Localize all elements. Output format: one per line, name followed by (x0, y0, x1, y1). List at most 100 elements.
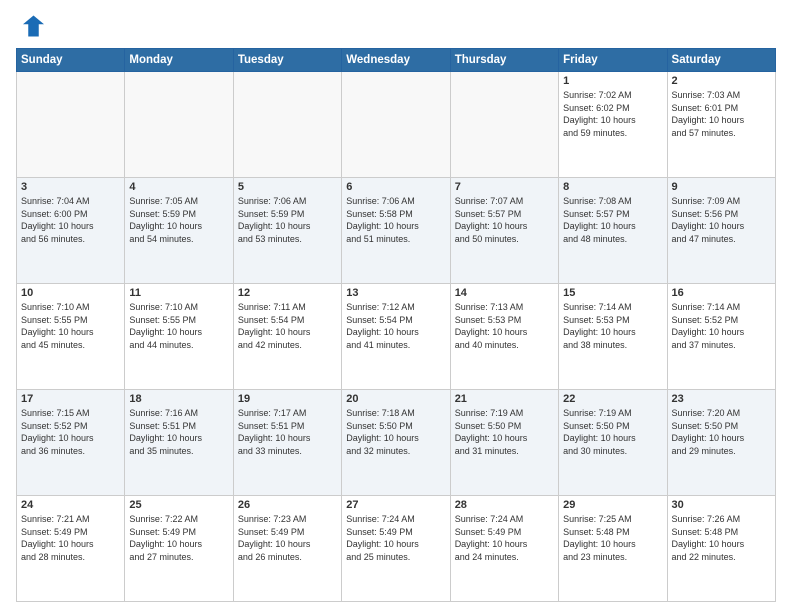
day-number: 3 (21, 181, 120, 193)
calendar-cell (17, 72, 125, 178)
weekday-header-thursday: Thursday (450, 49, 558, 72)
day-info: Sunrise: 7:08 AM Sunset: 5:57 PM Dayligh… (563, 195, 662, 245)
calendar-cell: 28 Sunrise: 7:24 AM Sunset: 5:49 PM Dayli… (450, 496, 558, 602)
calendar-cell: 27 Sunrise: 7:24 AM Sunset: 5:49 PM Dayli… (342, 496, 450, 602)
day-number: 9 (672, 181, 771, 193)
day-info: Sunrise: 7:12 AM Sunset: 5:54 PM Dayligh… (346, 301, 445, 351)
day-number: 15 (563, 287, 662, 299)
day-number: 17 (21, 393, 120, 405)
calendar-header-row: SundayMondayTuesdayWednesdayThursdayFrid… (17, 49, 776, 72)
calendar-cell: 21 Sunrise: 7:19 AM Sunset: 5:50 PM Dayli… (450, 390, 558, 496)
day-info: Sunrise: 7:09 AM Sunset: 5:56 PM Dayligh… (672, 195, 771, 245)
day-info: Sunrise: 7:26 AM Sunset: 5:48 PM Dayligh… (672, 513, 771, 563)
logo (16, 12, 48, 40)
day-info: Sunrise: 7:11 AM Sunset: 5:54 PM Dayligh… (238, 301, 337, 351)
day-info: Sunrise: 7:03 AM Sunset: 6:01 PM Dayligh… (672, 89, 771, 139)
calendar-body: 1 Sunrise: 7:02 AM Sunset: 6:02 PM Daylig… (17, 72, 776, 602)
day-info: Sunrise: 7:07 AM Sunset: 5:57 PM Dayligh… (455, 195, 554, 245)
day-number: 6 (346, 181, 445, 193)
calendar-cell: 20 Sunrise: 7:18 AM Sunset: 5:50 PM Dayli… (342, 390, 450, 496)
day-number: 14 (455, 287, 554, 299)
day-info: Sunrise: 7:25 AM Sunset: 5:48 PM Dayligh… (563, 513, 662, 563)
calendar-cell: 22 Sunrise: 7:19 AM Sunset: 5:50 PM Dayli… (559, 390, 667, 496)
day-info: Sunrise: 7:14 AM Sunset: 5:52 PM Dayligh… (672, 301, 771, 351)
day-info: Sunrise: 7:19 AM Sunset: 5:50 PM Dayligh… (455, 407, 554, 457)
calendar-cell: 14 Sunrise: 7:13 AM Sunset: 5:53 PM Dayli… (450, 284, 558, 390)
day-info: Sunrise: 7:17 AM Sunset: 5:51 PM Dayligh… (238, 407, 337, 457)
calendar-cell: 13Sunrise: 7:12 AM Sunset: 5:54 PM Dayli… (342, 284, 450, 390)
calendar-cell: 3 Sunrise: 7:04 AM Sunset: 6:00 PM Daylig… (17, 178, 125, 284)
day-info: Sunrise: 7:02 AM Sunset: 6:02 PM Dayligh… (563, 89, 662, 139)
day-info: Sunrise: 7:04 AM Sunset: 6:00 PM Dayligh… (21, 195, 120, 245)
day-info: Sunrise: 7:18 AM Sunset: 5:50 PM Dayligh… (346, 407, 445, 457)
calendar-cell: 10 Sunrise: 7:10 AM Sunset: 5:55 PM Dayli… (17, 284, 125, 390)
day-number: 4 (129, 181, 228, 193)
calendar-cell: 17 Sunrise: 7:15 AM Sunset: 5:52 PM Dayli… (17, 390, 125, 496)
header (16, 12, 776, 40)
day-number: 22 (563, 393, 662, 405)
calendar-cell: 9 Sunrise: 7:09 AM Sunset: 5:56 PM Daylig… (667, 178, 775, 284)
calendar-cell: 8 Sunrise: 7:08 AM Sunset: 5:57 PM Daylig… (559, 178, 667, 284)
calendar-cell: 23Sunrise: 7:20 AM Sunset: 5:50 PM Dayli… (667, 390, 775, 496)
calendar-week-5: 24Sunrise: 7:21 AM Sunset: 5:49 PM Dayli… (17, 496, 776, 602)
calendar-cell: 25Sunrise: 7:22 AM Sunset: 5:49 PM Dayli… (125, 496, 233, 602)
day-number: 8 (563, 181, 662, 193)
day-number: 27 (346, 499, 445, 511)
day-number: 16 (672, 287, 771, 299)
day-number: 28 (455, 499, 554, 511)
day-number: 10 (21, 287, 120, 299)
day-info: Sunrise: 7:10 AM Sunset: 5:55 PM Dayligh… (129, 301, 228, 351)
day-info: Sunrise: 7:16 AM Sunset: 5:51 PM Dayligh… (129, 407, 228, 457)
calendar-cell: 26 Sunrise: 7:23 AM Sunset: 5:49 PM Dayli… (233, 496, 341, 602)
day-info: Sunrise: 7:23 AM Sunset: 5:49 PM Dayligh… (238, 513, 337, 563)
weekday-header-tuesday: Tuesday (233, 49, 341, 72)
day-number: 12 (238, 287, 337, 299)
day-number: 30 (672, 499, 771, 511)
calendar-cell: 16 Sunrise: 7:14 AM Sunset: 5:52 PM Dayli… (667, 284, 775, 390)
day-info: Sunrise: 7:19 AM Sunset: 5:50 PM Dayligh… (563, 407, 662, 457)
day-number: 7 (455, 181, 554, 193)
calendar-cell: 15 Sunrise: 7:14 AM Sunset: 5:53 PM Dayli… (559, 284, 667, 390)
day-info: Sunrise: 7:24 AM Sunset: 5:49 PM Dayligh… (346, 513, 445, 563)
day-number: 5 (238, 181, 337, 193)
day-info: Sunrise: 7:14 AM Sunset: 5:53 PM Dayligh… (563, 301, 662, 351)
day-info: Sunrise: 7:15 AM Sunset: 5:52 PM Dayligh… (21, 407, 120, 457)
calendar-cell: 19 Sunrise: 7:17 AM Sunset: 5:51 PM Dayli… (233, 390, 341, 496)
day-number: 25 (129, 499, 228, 511)
logo-icon (16, 12, 44, 40)
calendar-cell: 29 Sunrise: 7:25 AM Sunset: 5:48 PM Dayli… (559, 496, 667, 602)
weekday-header-wednesday: Wednesday (342, 49, 450, 72)
calendar-cell (125, 72, 233, 178)
day-number: 1 (563, 75, 662, 87)
calendar: SundayMondayTuesdayWednesdayThursdayFrid… (16, 48, 776, 602)
day-number: 23 (672, 393, 771, 405)
calendar-week-3: 10 Sunrise: 7:10 AM Sunset: 5:55 PM Dayli… (17, 284, 776, 390)
calendar-cell: 12 Sunrise: 7:11 AM Sunset: 5:54 PM Dayli… (233, 284, 341, 390)
weekday-header-friday: Friday (559, 49, 667, 72)
weekday-header-monday: Monday (125, 49, 233, 72)
calendar-cell: 24Sunrise: 7:21 AM Sunset: 5:49 PM Dayli… (17, 496, 125, 602)
day-info: Sunrise: 7:05 AM Sunset: 5:59 PM Dayligh… (129, 195, 228, 245)
day-info: Sunrise: 7:06 AM Sunset: 5:59 PM Dayligh… (238, 195, 337, 245)
calendar-cell: 18 Sunrise: 7:16 AM Sunset: 5:51 PM Dayli… (125, 390, 233, 496)
page: SundayMondayTuesdayWednesdayThursdayFrid… (0, 0, 792, 612)
day-number: 29 (563, 499, 662, 511)
calendar-cell: 11Sunrise: 7:10 AM Sunset: 5:55 PM Dayli… (125, 284, 233, 390)
calendar-cell: 30 Sunrise: 7:26 AM Sunset: 5:48 PM Dayli… (667, 496, 775, 602)
day-info: Sunrise: 7:13 AM Sunset: 5:53 PM Dayligh… (455, 301, 554, 351)
day-number: 26 (238, 499, 337, 511)
calendar-cell: 5 Sunrise: 7:06 AM Sunset: 5:59 PM Daylig… (233, 178, 341, 284)
calendar-cell (342, 72, 450, 178)
day-info: Sunrise: 7:06 AM Sunset: 5:58 PM Dayligh… (346, 195, 445, 245)
day-number: 20 (346, 393, 445, 405)
day-info: Sunrise: 7:24 AM Sunset: 5:49 PM Dayligh… (455, 513, 554, 563)
calendar-cell: 4 Sunrise: 7:05 AM Sunset: 5:59 PM Daylig… (125, 178, 233, 284)
calendar-cell: 2Sunrise: 7:03 AM Sunset: 6:01 PM Daylig… (667, 72, 775, 178)
day-number: 21 (455, 393, 554, 405)
day-number: 19 (238, 393, 337, 405)
day-number: 18 (129, 393, 228, 405)
calendar-cell: 1 Sunrise: 7:02 AM Sunset: 6:02 PM Daylig… (559, 72, 667, 178)
day-info: Sunrise: 7:10 AM Sunset: 5:55 PM Dayligh… (21, 301, 120, 351)
calendar-cell: 6 Sunrise: 7:06 AM Sunset: 5:58 PM Daylig… (342, 178, 450, 284)
calendar-week-4: 17 Sunrise: 7:15 AM Sunset: 5:52 PM Dayli… (17, 390, 776, 496)
